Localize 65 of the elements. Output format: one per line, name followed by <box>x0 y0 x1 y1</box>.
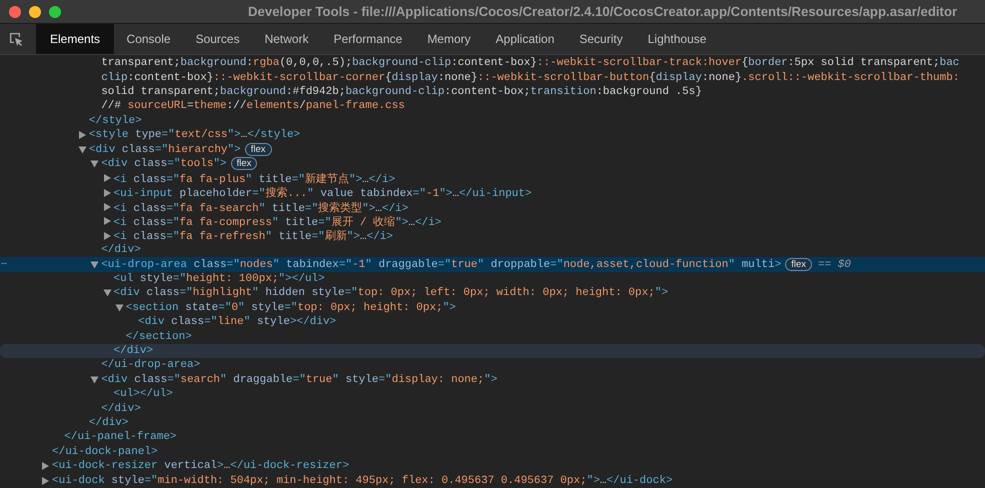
window-title: Developer Tools - file:///Applications/Cocos/Creator/2.4.10/CocosCreator.app/Contents/Resources/app.asar/editor <box>248 4 958 19</box>
code-line: <ui-dock style="min-width: 504px; min-height: 495px; flex: 0.495637 0.495637 0px;">…</ui-dock> <box>52 474 673 487</box>
inspect-element-icon[interactable] <box>8 31 24 47</box>
code-line: <ui-drop-area class="nodes" tabindex="-1" draggable="true" droppable="node,asset,cloud-function" multi> <box>101 258 782 271</box>
devtools-tab[interactable]: Console <box>114 24 184 54</box>
disclosure-triangle-icon[interactable] <box>78 146 86 154</box>
code-line: <div class="tools"> <box>101 158 227 170</box>
disclosure-triangle-icon[interactable] <box>42 476 49 485</box>
code-line: <i class="fa fa-search" title="搜索类型">…</i> <box>114 200 408 215</box>
disclosure-triangle-icon[interactable] <box>104 232 110 240</box>
code-line: clip:content-box}::-webkit-scrollbar-corner{display:none}::-webkit-scrollbar-button{display:none}.scroll::-webkit-scrollbar-thumb: <box>101 72 960 84</box>
close-window-button[interactable] <box>9 6 21 18</box>
disclosure-triangle-icon[interactable] <box>103 290 111 297</box>
disclosure-triangle-icon[interactable] <box>104 217 110 226</box>
code-line: <ui-input placeholder="搜索..." value tabindex="-1">…</ui-input> <box>114 186 532 200</box>
layout-badge[interactable]: flex <box>244 143 272 156</box>
disclosure-triangle-icon[interactable] <box>104 188 110 197</box>
code-line: </div> <box>101 402 141 415</box>
disclosure-triangle-icon[interactable] <box>90 376 99 384</box>
code-line: <style type="text/css">…</style> <box>88 129 300 142</box>
code-line: </div> <box>101 244 141 256</box>
code-line: <div class="highlight" hidden style="top: 0px; left: 0px; width: 0px; height: 0px;"> <box>114 287 668 300</box>
code-line: <div class="line" style></div> <box>138 316 336 328</box>
hovered-row[interactable]: </div> <box>0 344 985 358</box>
row-menu-marker[interactable]: … <box>1 257 8 270</box>
code-line: <ui-dock-resizer vertical>…</ui-dock-resizer> <box>52 460 350 472</box>
layout-badge[interactable]: flex <box>785 258 812 272</box>
disclosure-triangle-icon[interactable] <box>90 261 99 268</box>
disclosure-triangle-icon[interactable] <box>90 160 99 168</box>
code-line: transparent;background:rgba(0,0,0,.5);background-clip:content-box}::-webkit-scrollbar-track:hover{border:5px solid transparent;bac <box>101 57 960 70</box>
console-reference-text: == $0 <box>818 258 851 271</box>
code-line: </style> <box>88 114 142 127</box>
code-line: <div class="search" draggable="true" style="display: none;"> <box>101 374 498 386</box>
devtools-tab[interactable]: Network <box>252 24 322 54</box>
code-line: <section state="0" style="top: 0px; height: 0px;"> <box>126 302 456 314</box>
zoom-window-button[interactable] <box>49 6 61 18</box>
code-line: <ul></ul> <box>114 388 173 400</box>
disclosure-triangle-icon[interactable] <box>104 203 110 212</box>
code-line: <i class="fa fa-plus" title="新建节点">…</i> <box>114 172 396 186</box>
devtools-tab[interactable]: Sources <box>183 24 252 54</box>
code-line: </ui-panel-frame> <box>64 431 177 444</box>
code-line: <i class="fa fa-refresh" title="刷新">…</i> <box>114 228 393 244</box>
code-line: </section> <box>126 330 192 343</box>
code-line: </ui-dock-panel> <box>52 446 158 458</box>
minimize-window-button[interactable] <box>29 6 41 18</box>
code-line: </ui-drop-area> <box>101 359 200 372</box>
devtools-tab[interactable]: Performance <box>321 24 415 54</box>
disclosure-triangle-icon[interactable] <box>115 304 124 312</box>
code-line: </div> <box>88 416 128 429</box>
disclosure-triangle-icon[interactable] <box>78 131 86 140</box>
devtools-tab[interactable]: Lighthouse <box>635 24 719 54</box>
code-line: <ul style="height: 100px;"></ul> <box>114 273 325 286</box>
devtools-tab[interactable]: Memory <box>414 24 484 54</box>
code-line: //# sourceURL=theme://elements/panel-frame.css <box>101 100 405 112</box>
disclosure-triangle-icon[interactable] <box>104 174 110 182</box>
devtools-tab[interactable]: Elements <box>36 24 114 54</box>
selected-row[interactable]: … <ui-drop-area class="nodes" tabindex="-1" draggable="true" droppable="node,asset,cloud-function" multi> flex == $0 <box>0 257 985 272</box>
devtools-tab[interactable]: Security <box>566 24 636 54</box>
code-line: <i class="fa fa-compress" title="展开 / 收缩">…</i> <box>114 214 442 229</box>
code-line: solid transparent;background:#fd942b;background-clip:content-box;transition:background .5s} <box>101 86 702 98</box>
code-line: </div> <box>114 345 154 357</box>
layout-badge[interactable]: flex <box>230 157 258 170</box>
devtools-tab[interactable]: Application <box>483 24 567 54</box>
code-line: <div class="hierarchy"> <box>88 144 241 156</box>
disclosure-triangle-icon[interactable] <box>42 462 49 470</box>
